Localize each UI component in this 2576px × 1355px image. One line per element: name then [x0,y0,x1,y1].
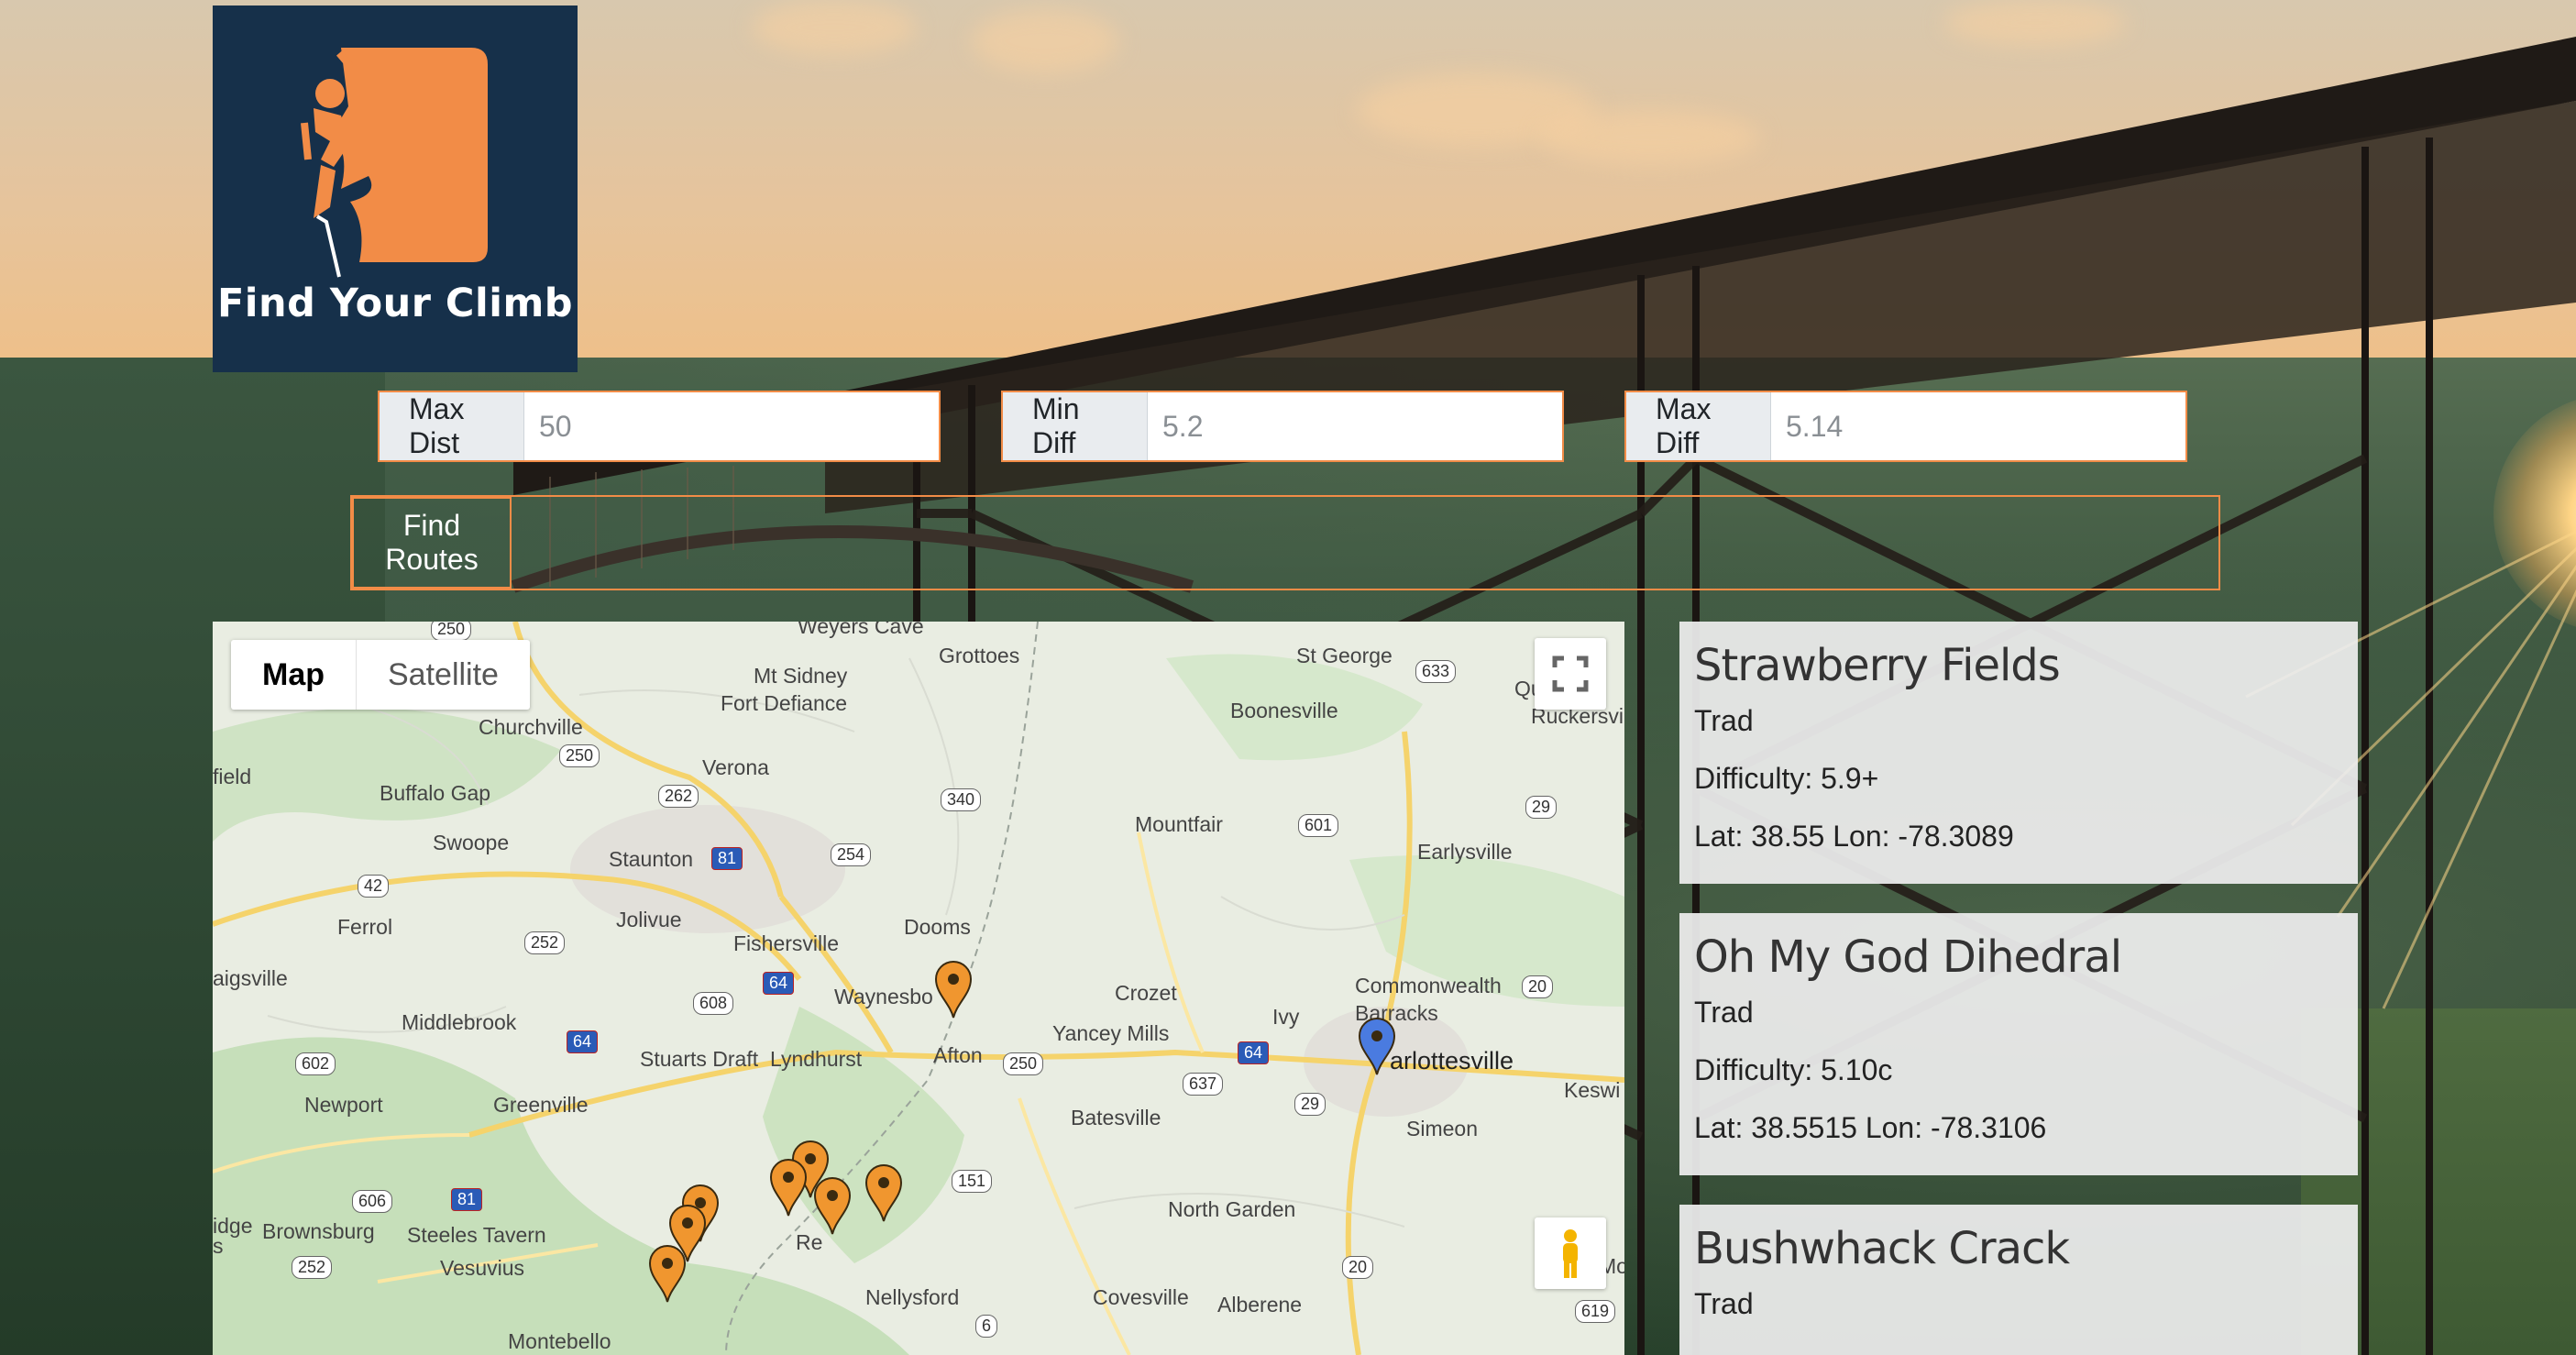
max-dist-input[interactable] [524,392,939,460]
route-marker[interactable] [812,1175,853,1236]
satellite-view-button[interactable]: Satellite [357,640,530,710]
route-type: Trad [1694,1287,1754,1320]
fullscreen-button[interactable] [1535,638,1606,710]
route-name: Oh My God Dihedral [1694,931,2122,983]
route-type: Trad [1694,704,1754,737]
find-routes-button[interactable]: Find Routes [352,497,512,589]
max-diff-input[interactable] [1771,392,2185,460]
route-coords: Lat: 38.5515 Lon: -78.3106 [1694,1111,2047,1144]
max-dist-label: Max Dist [380,392,524,460]
route-marker[interactable] [933,959,974,1019]
find-routes-bar: Find Routes [350,495,2220,590]
brand-logo: Find Your Climb [213,6,578,372]
min-diff-label: Min Diff [1003,392,1148,460]
route-name: Strawberry Fields [1694,640,2061,691]
marker-layer [213,622,1624,1355]
pegman-icon [1563,1229,1578,1278]
map-view-button[interactable]: Map [231,640,357,710]
route-coords: Lat: 38.55 Lon: -78.3089 [1694,820,2014,853]
route-marker[interactable] [768,1157,809,1217]
route-card[interactable]: Bushwhack Crack Trad [1679,1205,2358,1355]
route-marker[interactable] [864,1162,904,1223]
max-dist-field: Max Dist [378,391,941,462]
street-view-pegman[interactable] [1535,1217,1606,1289]
route-card[interactable]: Strawberry Fields Trad Difficulty: 5.9+ … [1679,622,2358,884]
route-type: Trad [1694,996,1754,1029]
min-diff-field: Min Diff [1001,391,1564,462]
route-difficulty: Difficulty: 5.10c [1694,1053,1893,1086]
route-name: Bushwhack Crack [1694,1223,2070,1274]
route-marker[interactable] [647,1243,688,1304]
route-difficulty: Difficulty: 5.9+ [1694,762,1879,795]
current-location-marker[interactable] [1357,1016,1397,1076]
route-map[interactable]: Weyers Cave Grottoes St George Mt Sidney… [213,622,1624,1355]
max-diff-label: Max Diff [1626,392,1771,460]
map-type-control: Map Satellite [231,640,530,710]
min-diff-input[interactable] [1148,392,1562,460]
fullscreen-icon [1552,655,1589,692]
route-card[interactable]: Oh My God Dihedral Trad Difficulty: 5.10… [1679,913,2358,1175]
max-diff-field: Max Diff [1624,391,2187,462]
brand-name: Find Your Climb [216,281,574,326]
